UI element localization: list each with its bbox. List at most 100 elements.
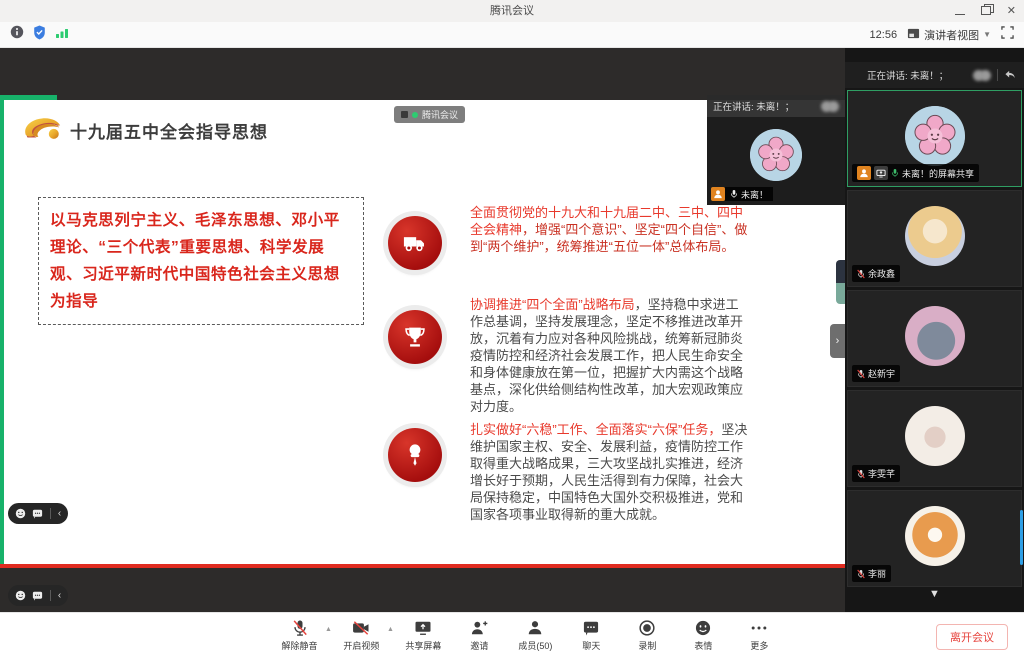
participants-sidebar: 正在讲话: 未离！； [845, 48, 1024, 612]
host-badge-icon [711, 187, 725, 201]
share-watermark: 腾讯会议 [394, 106, 465, 123]
clock-time: 12:56 [870, 29, 898, 41]
mic-muted-icon [857, 369, 865, 379]
mic-muted-icon [857, 569, 865, 579]
invite-button[interactable]: 邀请 [456, 618, 503, 652]
participant-tile[interactable]: 李丽 [847, 490, 1022, 587]
minimize-icon [955, 14, 965, 15]
shared-screen-area: 十九届五中全会指导思想 腾讯会议 以马克思列宁主义、毛泽东思想、邓小平理论、“三… [0, 48, 845, 612]
mic-options-caret[interactable]: ▲ [325, 626, 332, 633]
watermark-label: 腾讯会议 [422, 108, 458, 121]
participant-name: 赵新宇 [868, 367, 895, 380]
view-mode-switcher[interactable]: 演讲者视图 ▼ [907, 27, 991, 43]
record-button[interactable]: 录制 [624, 618, 671, 652]
fullscreen-icon[interactable] [1001, 26, 1014, 44]
smiley-icon[interactable] [15, 590, 26, 601]
avatar [905, 206, 965, 266]
restore-icon [981, 6, 991, 15]
collapse-arrow-icon: ‹ [58, 509, 61, 519]
main-area: 十九届五中全会指导思想 腾讯会议 以马克思列宁主义、毛泽东思想、邓小平理论、“三… [0, 48, 1024, 612]
chevron-down-icon: ▼ [983, 30, 991, 39]
watermark-logo-icon [401, 111, 408, 118]
participant-name: 余政鑫 [868, 267, 895, 280]
divider [50, 508, 51, 519]
mic-active-icon [891, 168, 899, 178]
back-arrow-icon[interactable] [1004, 70, 1016, 80]
speaking-label: 正在讲话: 未离！； [867, 68, 948, 82]
chat-bubble-icon [32, 509, 43, 519]
meeting-control-bar: 解除静音 ▲ 开启视频 ▲ 共享屏幕 邀请 成员(50) 聊天 录制 [0, 612, 1024, 657]
bullet-item-3: 扎实做好“六稳”工作、全面落实“六保”任务，坚决维护国家主权、安全、发展利益，疫… [470, 421, 750, 523]
participant-tile[interactable]: 未离！的屏幕共享 [847, 90, 1022, 187]
avatar [905, 406, 965, 466]
restore-button[interactable] [981, 2, 991, 20]
scroll-more-down-icon[interactable]: ▼ [929, 588, 940, 600]
leave-meeting-button[interactable]: 离开会议 [936, 624, 1008, 650]
avatar [905, 506, 965, 566]
button-label: 开启视频 [343, 639, 379, 652]
minimize-button[interactable] [955, 2, 965, 20]
divider [50, 590, 51, 601]
slide-title: 十九届五中全会指导思想 [70, 118, 268, 143]
mic-muted-icon [857, 469, 865, 479]
bullet-item-1: 全面贯彻党的十九大和十九届二中、三中、四中全会精神，增强“四个意识”、坚定“四个… [470, 204, 750, 255]
sidebar-scrollbar[interactable] [1020, 510, 1023, 565]
participant-name: 李雯芊 [868, 467, 895, 480]
collapse-arrow-icon[interactable]: ‹ [58, 591, 61, 601]
participant-name: 李丽 [868, 567, 886, 580]
divider [997, 69, 998, 81]
mic-icon [730, 189, 738, 199]
host-badge-icon [857, 166, 871, 180]
sidebar-header: 正在讲话: 未离！； [845, 62, 1024, 88]
security-shield-icon[interactable] [33, 25, 46, 45]
network-signal-icon[interactable] [55, 26, 69, 44]
guide-text-box: 以马克思列宁主义、毛泽东思想、邓小平理论、“三个代表”重要思想、科学发展观、习近… [38, 197, 364, 325]
emoji-button[interactable]: 表情 [680, 618, 727, 652]
share-screen-button[interactable]: 共享屏幕 [400, 618, 447, 652]
members-button[interactable]: 成员(50) [512, 618, 559, 652]
camera-options-caret[interactable]: ▲ [387, 626, 394, 633]
chat-button[interactable]: 聊天 [568, 618, 615, 652]
window-titlebar: 腾讯会议 [0, 0, 1024, 22]
avatar [905, 106, 965, 166]
avatar [750, 129, 802, 181]
participant-name: 未离！ [741, 188, 768, 201]
close-button[interactable]: ✕ [1007, 6, 1016, 17]
avatar [905, 306, 965, 366]
status-toolbar: 12:56 演讲者视图 ▼ [0, 22, 1024, 48]
chat-bubble-icon[interactable] [32, 591, 43, 601]
participant-tile[interactable]: 余政鑫 [847, 190, 1022, 287]
bullet-item-2: 协调推进“四个全面”战略布局，坚持稳中求进工作总基调，坚持发展理念，坚定不移推进… [470, 296, 750, 415]
layout-icon [907, 27, 920, 43]
party-emblem-icon [22, 113, 62, 147]
bullet-body: 坚决维护国家主权、安全、发展利益，疫情防控工作取得重大战略成果，三大攻坚战扎实推… [470, 422, 747, 522]
blurred-avatars [821, 101, 839, 112]
share-border-red-bottom [0, 564, 845, 568]
participant-tile[interactable]: 李雯芊 [847, 390, 1022, 487]
share-border-green-left [0, 96, 4, 568]
camera-button[interactable]: 开启视频 [338, 618, 385, 652]
button-label: 共享屏幕 [405, 639, 441, 652]
watermark-green-dot [412, 112, 418, 118]
truck-icon [388, 216, 442, 270]
speaker-overlay: 正在讲话: 未离！； [707, 95, 845, 205]
more-button[interactable]: 更多 [736, 618, 783, 652]
button-label: 邀请 [470, 639, 488, 652]
unmute-button[interactable]: 解除静音 [276, 618, 323, 652]
smiley-icon [15, 508, 26, 519]
overlay-video-tile: 未离！ [707, 117, 845, 205]
window-title: 腾讯会议 [0, 0, 1024, 22]
side-expand-chevron-icon[interactable]: › [830, 324, 845, 358]
side-panel-handle[interactable] [836, 260, 845, 304]
mic-muted-icon [857, 269, 865, 279]
button-label: 成员(50) [518, 639, 552, 652]
participant-tile[interactable]: 赵新宇 [847, 290, 1022, 387]
meeting-info-icon[interactable] [10, 25, 24, 44]
overlay-header: 正在讲话: 未离！； [707, 95, 845, 117]
share-border-green-top [0, 95, 57, 100]
button-label: 表情 [694, 639, 712, 652]
participant-name: 未离！的屏幕共享 [902, 167, 974, 180]
button-label: 录制 [638, 639, 656, 652]
button-label: 聊天 [582, 639, 600, 652]
pin-icon [388, 428, 442, 482]
